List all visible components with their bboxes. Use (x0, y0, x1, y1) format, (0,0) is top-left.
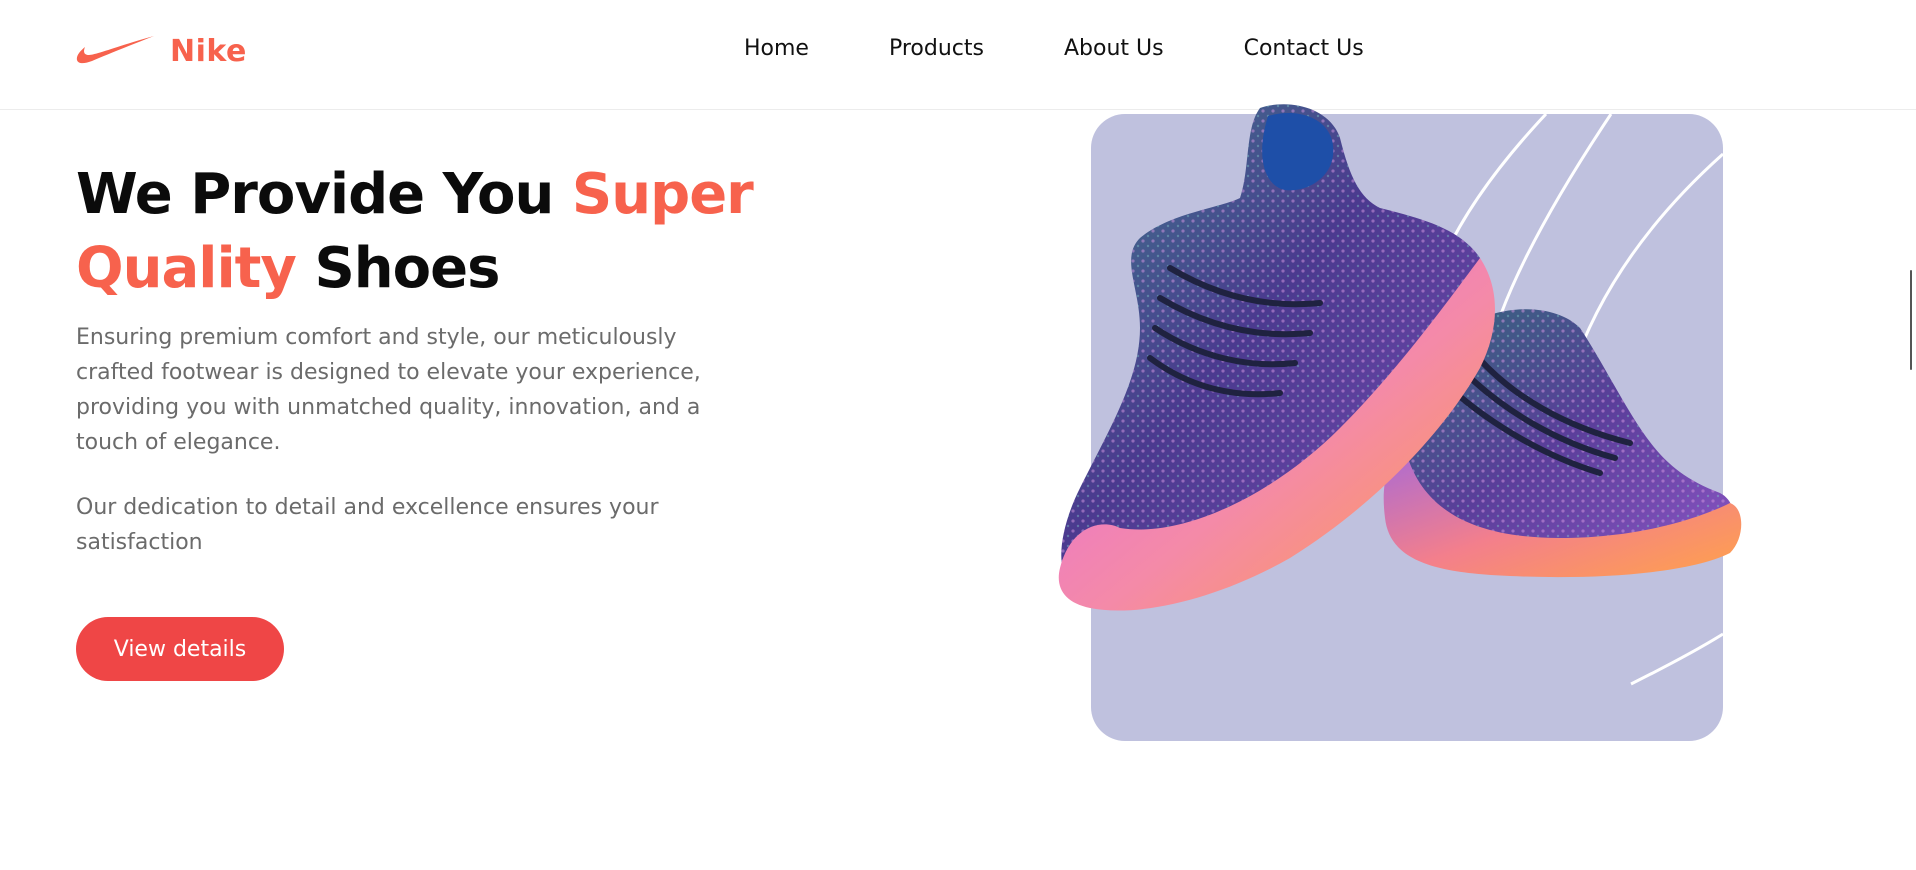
nav-about-us[interactable]: About Us (1064, 36, 1164, 61)
scrollbar[interactable] (1906, 0, 1916, 870)
nike-swoosh-icon (76, 36, 154, 64)
nav-contact-us[interactable]: Contact Us (1244, 36, 1364, 61)
view-details-button[interactable]: View details (76, 617, 284, 681)
sneakers-image (1058, 104, 1742, 611)
hero-title: We Provide You Super Quality Shoes (76, 158, 796, 306)
nav-home[interactable]: Home (744, 36, 809, 61)
page: Nike Home Products About Us Contact Us W… (0, 0, 1916, 870)
logo[interactable]: Nike (76, 30, 247, 72)
nav-products[interactable]: Products (889, 36, 984, 61)
main-nav: Home Products About Us Contact Us (744, 36, 1364, 61)
hero-description: Ensuring premium comfort and style, our … (76, 325, 701, 455)
header: Nike Home Products About Us Contact Us (0, 0, 1916, 110)
brand-name: Nike (170, 33, 247, 69)
hero-title-accent-quality: Quality (76, 236, 297, 301)
hero-description-secondary: Our dedication to detail and excellence … (76, 495, 659, 555)
hero-title-part2: Shoes (314, 236, 500, 301)
hero-title-part1: We Provide You (76, 162, 554, 227)
hero-title-accent-super: Super (571, 162, 754, 227)
scroll-thumb[interactable] (1910, 270, 1912, 370)
